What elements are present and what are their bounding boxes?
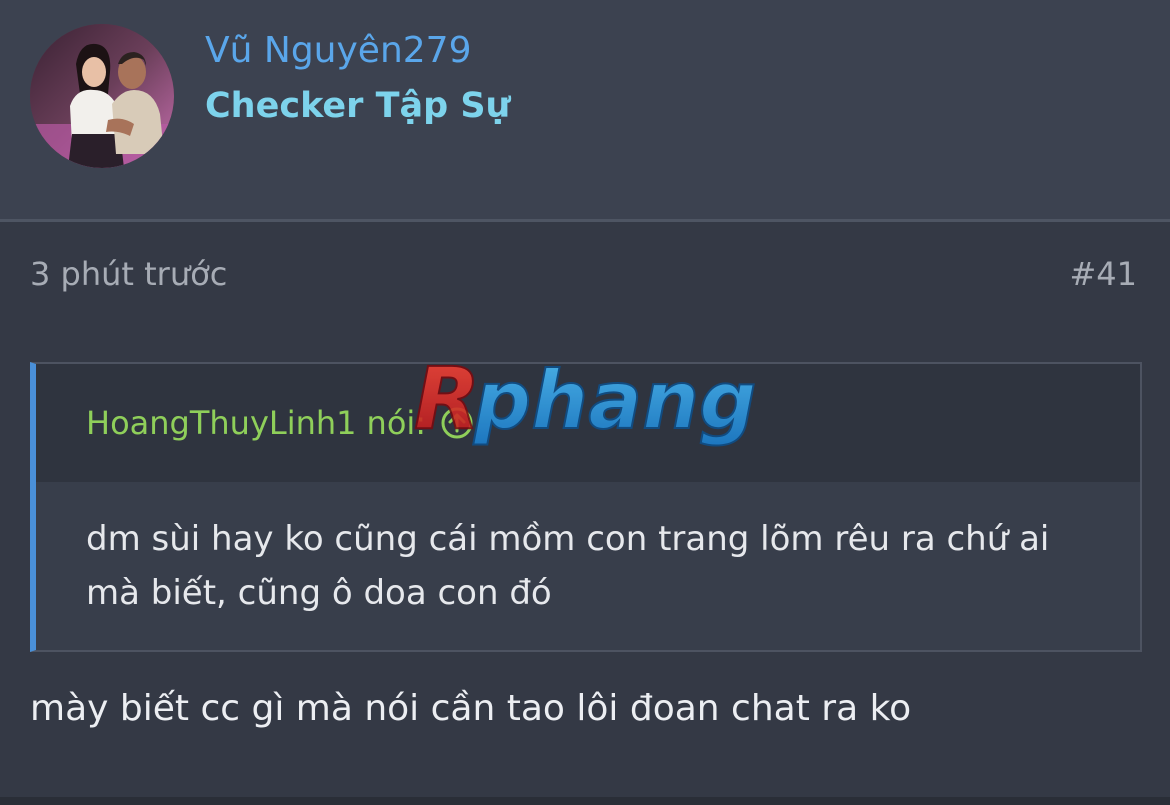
quote-header[interactable]: HoangThuyLinh1 nói: [36, 364, 1140, 482]
quote-text: dm sùi hay ko cũng cái mồm con trang lõm… [86, 519, 1050, 613]
quote-block: HoangThuyLinh1 nói: dm sùi hay ko cũng c… [30, 362, 1142, 652]
bottom-divider [0, 797, 1170, 805]
arrow-up-circle-icon[interactable] [440, 406, 474, 440]
quote-author[interactable]: HoangThuyLinh1 [86, 404, 357, 442]
avatar-image [30, 24, 174, 168]
post-number-link[interactable]: #41 [1069, 255, 1137, 293]
username-link[interactable]: Vũ Nguyên279 [205, 30, 471, 71]
quote-said-label: nói: [366, 404, 427, 442]
user-title: Checker Tập Sự [205, 86, 511, 126]
post-body: mày biết cc gì mà nói cần tao lôi đoan c… [30, 688, 912, 729]
post-author-header: Vũ Nguyên279 Checker Tập Sự [0, 0, 1170, 222]
avatar[interactable] [30, 24, 174, 168]
post-timestamp[interactable]: 3 phút trước [30, 255, 227, 293]
quote-attribution: HoangThuyLinh1 nói: [86, 404, 474, 442]
